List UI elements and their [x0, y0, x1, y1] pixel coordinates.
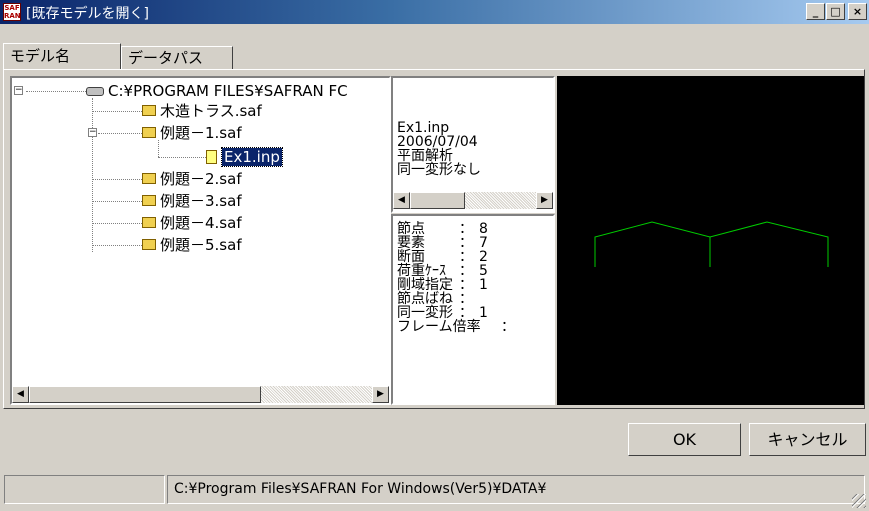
- scroll-right-button[interactable]: ▶: [372, 386, 389, 403]
- collapse-toggle[interactable]: −: [14, 86, 23, 95]
- cancel-button[interactable]: キャンセル: [749, 423, 866, 456]
- tree-item-folder[interactable]: 例題－5.saf: [142, 235, 242, 255]
- stats-row: 要素： 7: [397, 236, 549, 250]
- drive-icon: [86, 87, 104, 96]
- app-icon: SAF RAN: [3, 3, 21, 21]
- stats-separator: ：: [459, 235, 473, 251]
- tree-connector: [158, 157, 206, 158]
- tree-item-folder[interactable]: 木造トラス.saf: [142, 101, 262, 121]
- tab-model-name[interactable]: モデル名: [3, 43, 121, 69]
- close-button[interactable]: ×: [848, 3, 867, 20]
- scroll-thumb[interactable]: [410, 192, 465, 209]
- info-filename: Ex1.inp: [397, 120, 450, 136]
- stats-row: 荷重ｹｰｽ： 5: [397, 264, 549, 278]
- tree-connector: [92, 111, 142, 112]
- tree-item-file[interactable]: Ex1.inp: [206, 147, 283, 167]
- stats-separator: ：: [459, 221, 473, 237]
- scroll-thumb[interactable]: [29, 386, 261, 403]
- frame-outline: [594, 221, 829, 267]
- info-horizontal-scrollbar[interactable]: ◀ ▶: [393, 192, 553, 209]
- file-info-panel: Ex1.inp 2006/07/04 平面解析 同一変形なし ◀ ▶: [391, 76, 555, 213]
- tree-connector: [26, 91, 86, 92]
- tab-data-path[interactable]: データパス: [121, 46, 233, 69]
- stats-value: 8: [479, 221, 488, 237]
- stats-row: 節点ばね：: [397, 292, 549, 306]
- scroll-left-button[interactable]: ◀: [12, 386, 29, 403]
- scroll-right-button[interactable]: ▶: [536, 192, 553, 209]
- tree-connector: [92, 201, 142, 202]
- stats-value: 1: [479, 305, 488, 321]
- stats-separator: ：: [459, 263, 473, 279]
- folder-icon: [142, 105, 156, 116]
- open-model-dialog: SAF RAN [既存モデルを開く] _ □ × モデル名 データパス − − …: [0, 0, 869, 511]
- folder-icon: [142, 173, 156, 184]
- tree-connector: [92, 179, 142, 180]
- tree-connector: [98, 133, 142, 134]
- tree-item-folder[interactable]: 例題－2.saf: [142, 169, 242, 189]
- collapse-toggle[interactable]: −: [88, 128, 97, 137]
- file-icon: [206, 149, 217, 164]
- maximize-button[interactable]: □: [826, 3, 845, 20]
- stats-separator: ：: [459, 277, 473, 293]
- tree-root[interactable]: C:¥PROGRAM FILES¥SAFRAN FC: [86, 81, 348, 101]
- stats-value: 5: [479, 263, 488, 279]
- tree-item-folder[interactable]: 例題－3.saf: [142, 191, 242, 211]
- stats-row: 同一変形： 1: [397, 306, 549, 320]
- title-bar[interactable]: SAF RAN [既存モデルを開く] _ □ ×: [0, 0, 869, 24]
- stats-value: 7: [479, 235, 488, 251]
- stats-row: 断面： 2: [397, 250, 549, 264]
- stats-row: 剛域指定： 1: [397, 278, 549, 292]
- resize-grip[interactable]: [852, 494, 866, 508]
- model-preview: [557, 76, 864, 405]
- stats-value: 2: [479, 249, 488, 265]
- info-date: 2006/07/04: [397, 134, 478, 150]
- info-analysis-type: 平面解析: [397, 148, 453, 164]
- ok-button[interactable]: OK: [628, 423, 741, 456]
- info-deformation: 同一変形なし: [397, 162, 481, 178]
- folder-icon: [142, 127, 156, 138]
- tree-item-folder[interactable]: 例題－4.saf: [142, 213, 242, 233]
- stats-row: フレーム倍率 ：: [397, 320, 549, 334]
- stats-list: 節点： 8 要素： 7 断面： 2 荷重ｹｰｽ： 5 剛域指定： 1 節点ばね：同一変形： 1 フレーム…: [397, 222, 549, 334]
- tree-connector: [92, 245, 142, 246]
- status-pane-left: [4, 475, 165, 504]
- stats-separator: ：: [459, 249, 473, 265]
- stats-separator: ：: [459, 305, 473, 321]
- tree-horizontal-scrollbar[interactable]: ◀ ▶: [12, 386, 389, 403]
- model-tree[interactable]: − − C:¥PROGRAM FILES¥SAFRAN FC 木造トラス.saf…: [10, 76, 391, 405]
- stats-separator: ：: [501, 319, 515, 335]
- stats-row: 節点： 8: [397, 222, 549, 236]
- model-stats-panel: 節点： 8 要素： 7 断面： 2 荷重ｹｰｽ： 5 剛域指定： 1 節点ばね：同一変形： 1 フレーム…: [391, 214, 555, 405]
- folder-icon: [142, 239, 156, 250]
- frame-preview-drawing: [594, 221, 829, 267]
- stats-label: フレーム倍率: [397, 319, 481, 335]
- stats-value: 1: [479, 277, 488, 293]
- scroll-left-button[interactable]: ◀: [393, 192, 410, 209]
- folder-icon: [142, 195, 156, 206]
- stats-separator: ：: [459, 291, 473, 307]
- window-title: [既存モデルを開く]: [26, 6, 149, 22]
- tree-connector: [92, 98, 93, 252]
- folder-icon: [142, 217, 156, 228]
- minimize-button[interactable]: _: [806, 3, 825, 20]
- tree-item-folder[interactable]: 例題－1.saf: [142, 123, 242, 143]
- tree-connector: [92, 223, 142, 224]
- status-path: C:¥Program Files¥SAFRAN For Windows(Ver5…: [167, 475, 865, 504]
